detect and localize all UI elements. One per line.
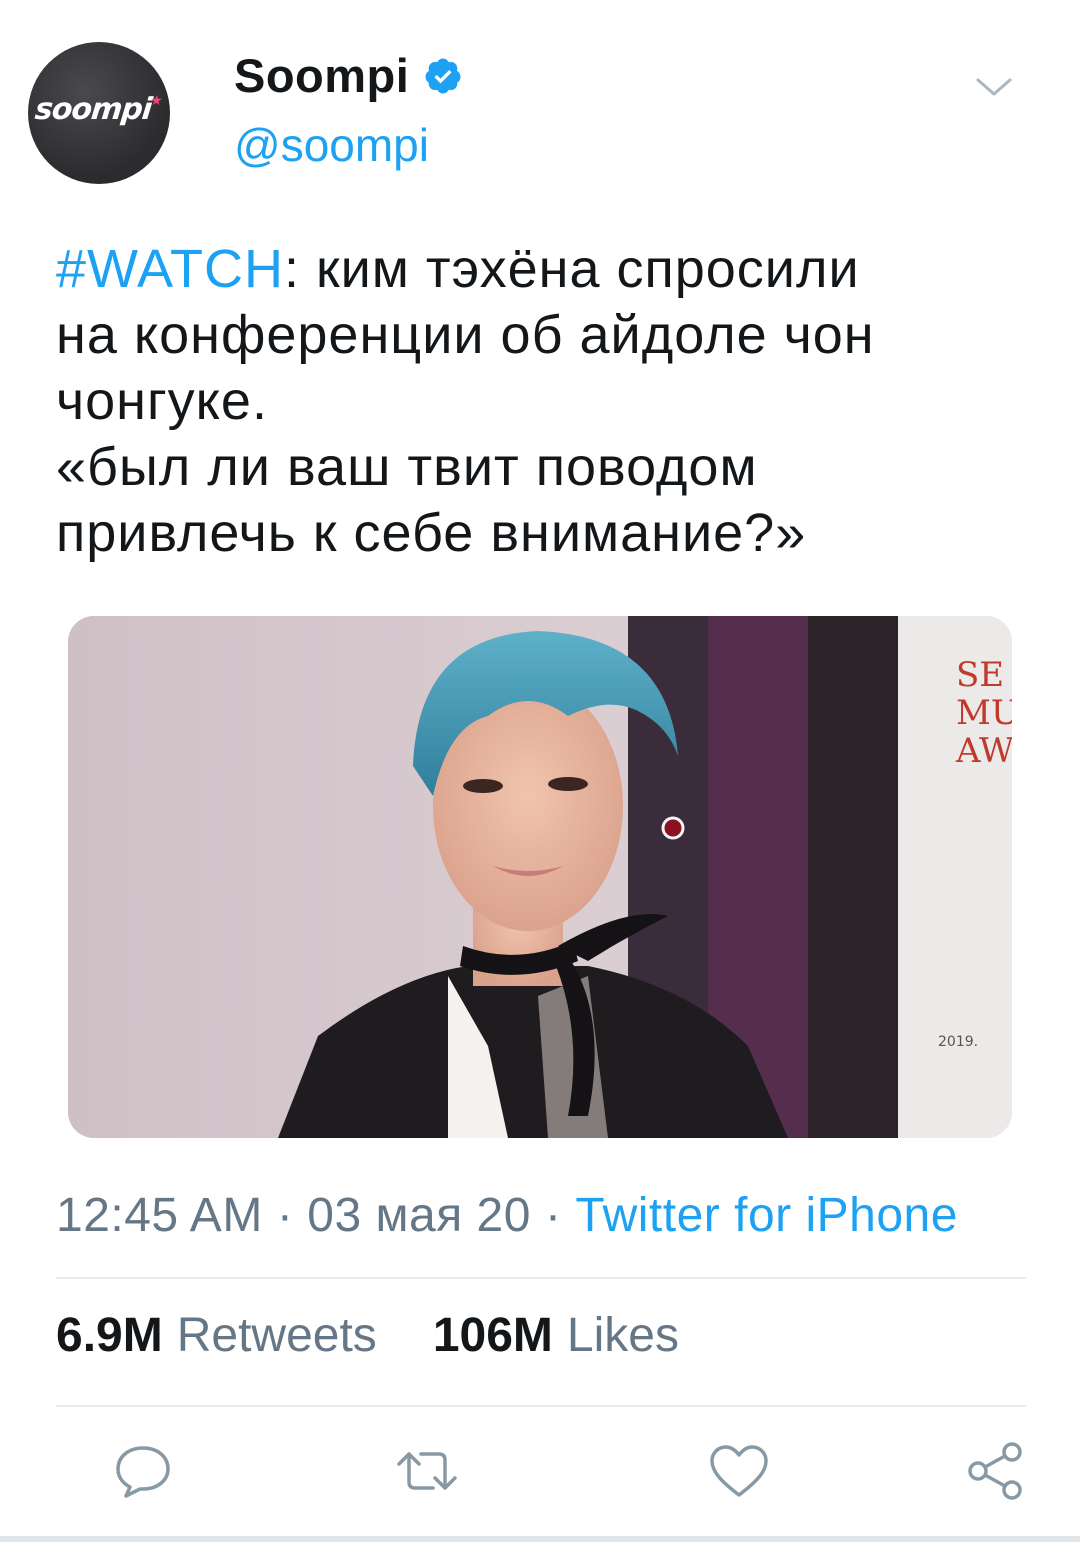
tweet-line-1: #WATCH: ким тэхёна спросили — [56, 239, 860, 299]
tweet-source-link[interactable]: Twitter for iPhone — [575, 1189, 958, 1242]
hashtag-link[interactable]: #WATCH — [56, 239, 284, 299]
divider — [56, 1405, 1026, 1407]
retweets-label[interactable]: Retweets — [177, 1308, 377, 1363]
bottom-bar — [0, 1536, 1080, 1542]
likes-label[interactable]: Likes — [567, 1308, 679, 1363]
retweets-count[interactable]: 6.9M — [56, 1308, 163, 1363]
share-button[interactable] — [960, 1436, 1030, 1506]
tweet-media-photo[interactable]: SE MU AW 2019. — [68, 616, 1012, 1138]
likes-count[interactable]: 106M — [433, 1308, 553, 1363]
author-handle[interactable]: @soompi — [234, 118, 429, 172]
tweet-line-5: привлечь к себе внимание?» — [56, 503, 807, 563]
author-name-row[interactable]: Soompi — [234, 48, 463, 103]
tweet-stats: 6.9M Retweets 106M Likes — [56, 1308, 679, 1363]
reply-button[interactable] — [108, 1436, 178, 1506]
divider — [56, 1277, 1026, 1279]
tweet-line-2: на конференции об айдоле чон — [56, 305, 875, 365]
avatar[interactable]: soompi★ — [28, 42, 170, 184]
tweet-line-3: чонгуке. — [56, 371, 268, 431]
author-display-name[interactable]: Soompi — [234, 48, 409, 103]
avatar-logo: soompi★ — [33, 92, 163, 127]
share-icon — [968, 1442, 1022, 1500]
media-illustration: SE MU AW 2019. — [68, 616, 1012, 1138]
tweet-text: #WATCH: ким тэхёна спросили на конференц… — [56, 236, 1046, 566]
retweet-icon — [397, 1452, 457, 1490]
tweet-time: 12:45 AM — [56, 1189, 263, 1242]
heart-icon — [710, 1445, 768, 1497]
chevron-down-icon[interactable] — [972, 70, 1016, 104]
reply-icon — [116, 1446, 170, 1498]
background-sign-text: SE MU AW — [955, 655, 1012, 771]
background-sign-small: 2019. — [938, 1034, 978, 1050]
tweet-line-4: «был ли ваш твит поводом — [56, 437, 758, 497]
tweet-meta: 12:45 AM · 03 мая 20 · Twitter for iPhone — [56, 1189, 958, 1242]
tweet-date: 03 мая 20 — [307, 1189, 531, 1242]
tweet-actions — [0, 1436, 1080, 1516]
retweet-button[interactable] — [392, 1436, 462, 1506]
like-button[interactable] — [704, 1436, 774, 1506]
verified-badge-icon — [425, 58, 461, 93]
